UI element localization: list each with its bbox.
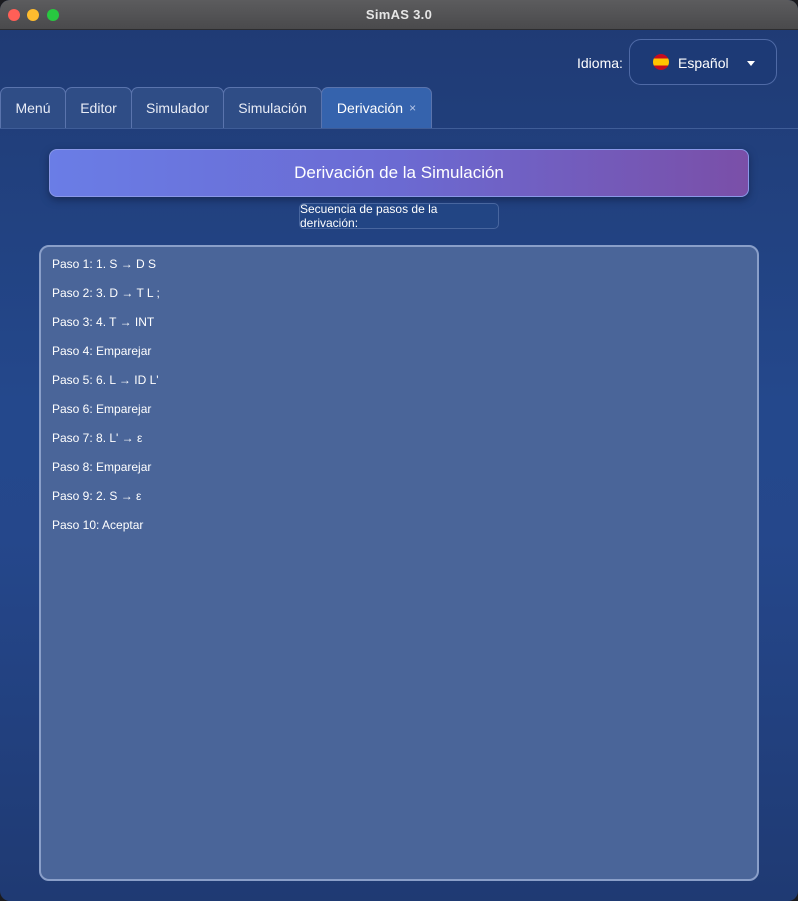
list-item: Paso 7: 8. L' → ε (52, 431, 143, 445)
spain-flag-icon (653, 54, 669, 70)
close-icon[interactable]: × (409, 101, 416, 115)
list-item: Paso 2: 3. D → T L ; (52, 286, 160, 300)
list-item: Paso 5: 6. L → ID L' (52, 373, 159, 387)
tab-label: Editor (80, 100, 117, 116)
tab-derivacion[interactable]: Derivación × (321, 87, 432, 128)
tab-menu[interactable]: Menú (0, 87, 66, 128)
derivation-steps-list[interactable]: Paso 1: 1. S → D S Paso 2: 3. D → T L ; … (39, 245, 759, 881)
tab-simulacion[interactable]: Simulación (223, 87, 322, 128)
tab-editor[interactable]: Editor (65, 87, 132, 128)
list-item: Paso 4: Emparejar (52, 344, 152, 358)
window-title: SimAS 3.0 (365, 7, 433, 22)
list-item: Paso 10: Aceptar (52, 518, 144, 532)
tab-label: Menú (15, 100, 51, 116)
language-label: Idioma: (577, 55, 623, 71)
tab-label: Simulación (238, 100, 307, 116)
list-item: Paso 1: 1. S → D S (52, 257, 157, 271)
tab-label: Simulador (145, 100, 210, 116)
title-bar: SimAS 3.0 (0, 0, 798, 30)
tab-label: Derivación (336, 100, 404, 116)
language-selected-value: Español (678, 55, 729, 71)
chevron-down-icon (747, 61, 755, 66)
tab-divider (0, 128, 798, 129)
list-item: Paso 6: Emparejar (52, 402, 152, 416)
tab-simulador[interactable]: Simulador (131, 87, 224, 128)
page-title: Derivación de la Simulación (49, 149, 749, 197)
list-item: Paso 9: 2. S → ε (52, 489, 142, 503)
language-select[interactable]: Español (629, 39, 777, 85)
list-item: Paso 8: Emparejar (52, 460, 152, 474)
app-window: SimAS 3.0 Idioma: Español Menú Editor Si… (0, 0, 798, 901)
list-item: Paso 3: 4. T → INT (52, 315, 155, 329)
steps-subtitle: Secuencia de pasos de la derivación: (299, 202, 499, 230)
